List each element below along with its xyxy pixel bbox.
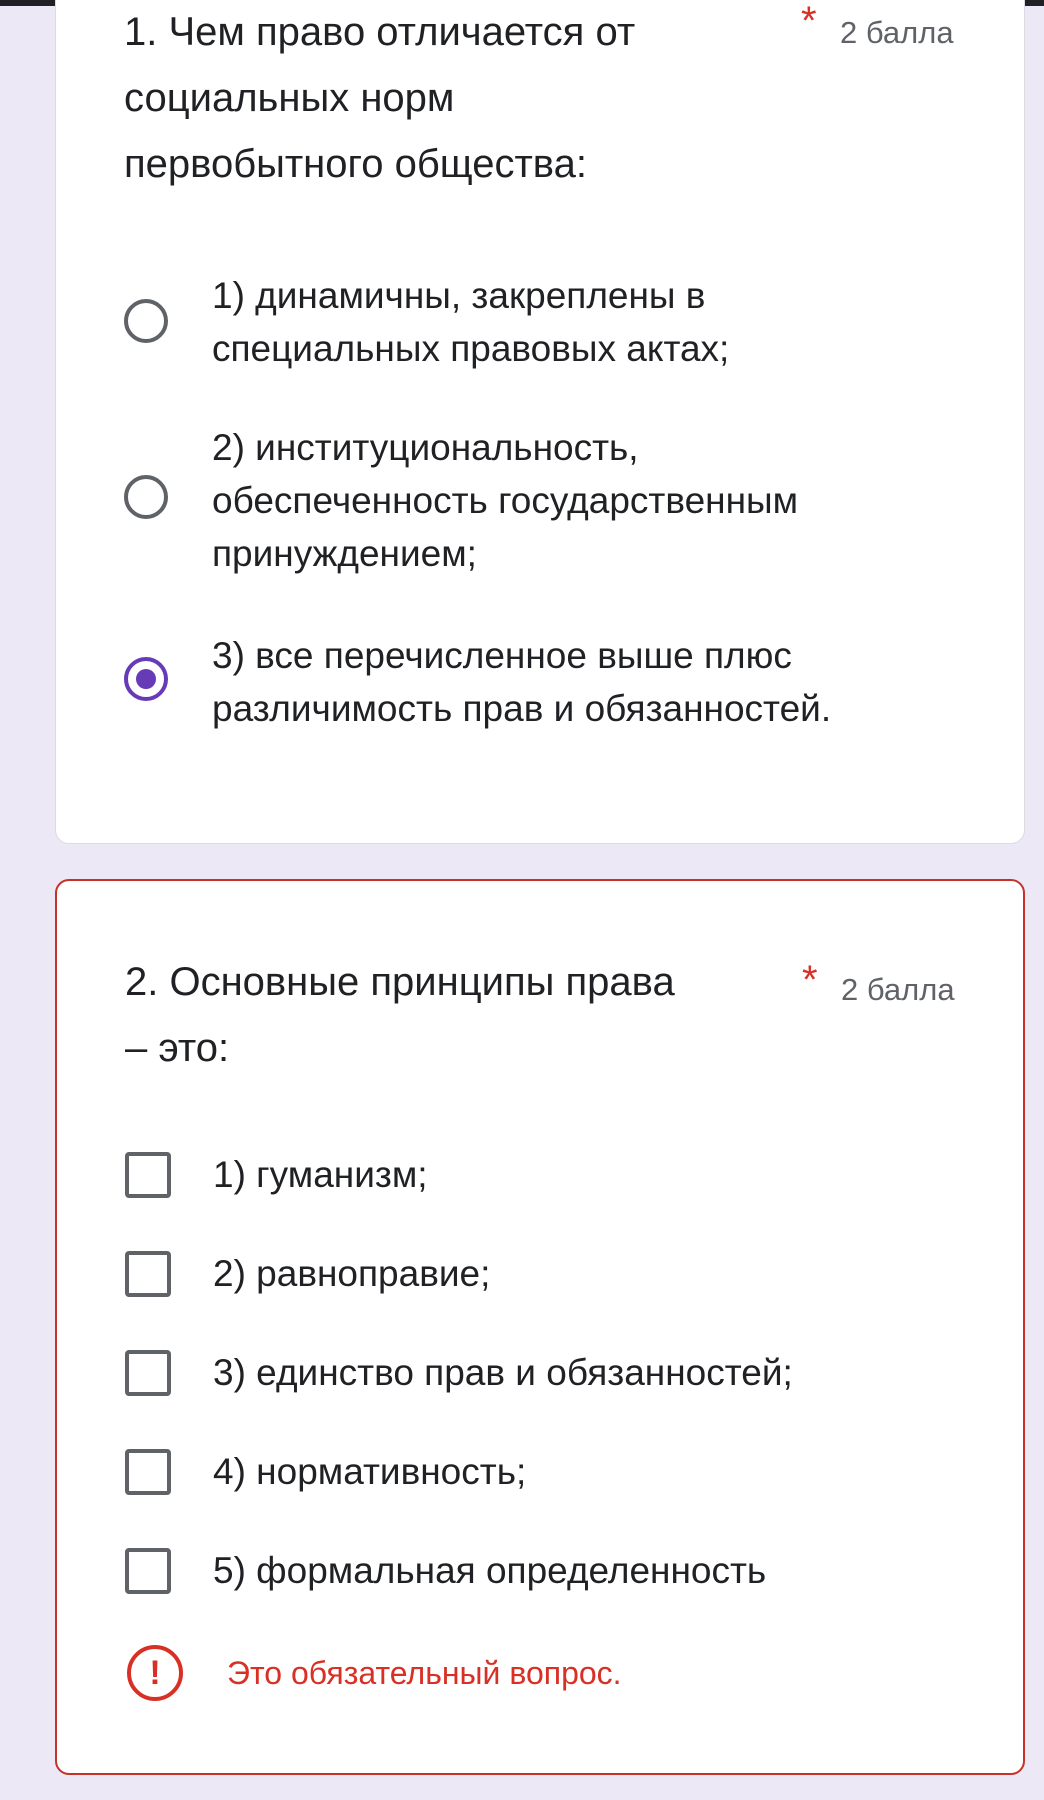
required-error-message: ! Это обязательный вопрос. (127, 1645, 927, 1701)
required-asterisk: * (802, 958, 818, 1002)
question-card-2: 2. Основные принципы права – это: * 2 ба… (55, 879, 1025, 1775)
question-title: 2. Основные принципы права – это: (125, 960, 675, 1070)
radio-option-2[interactable]: 2) институциональность, обеспеченность г… (124, 421, 984, 580)
radio-button[interactable] (124, 299, 168, 343)
question-card-1: 1. Чем право отличается от социальных но… (55, 0, 1025, 844)
checkbox[interactable] (125, 1251, 171, 1297)
checkbox-option-1[interactable]: 1) гуманизм; (125, 1147, 985, 1203)
checkbox-option-5[interactable]: 5) формальная определенность (125, 1543, 985, 1599)
radio-button-selected[interactable] (124, 657, 168, 701)
points-label: 2 балла (840, 15, 954, 50)
radio-button[interactable] (124, 475, 168, 519)
error-exclamation-icon: ! (127, 1645, 183, 1701)
checkbox-option-2[interactable]: 2) равноправие; (125, 1246, 985, 1302)
option-label: 1) динамичны, закреплены в специальных п… (212, 275, 730, 369)
checkbox[interactable] (125, 1449, 171, 1495)
radio-option-1[interactable]: 1) динамичны, закреплены в специальных п… (124, 269, 984, 375)
checkbox-option-4[interactable]: 4) нормативность; (125, 1444, 985, 1500)
question-title: 1. Чем право отличается от социальных но… (124, 10, 636, 186)
option-label: 3) все перечисленное выше плюс различимо… (212, 635, 832, 729)
required-asterisk: * (801, 0, 817, 43)
checkbox-option-3[interactable]: 3) единство прав и обязанностей; (125, 1345, 985, 1401)
option-label: 2) институциональность, обеспеченность г… (212, 427, 799, 574)
checkbox[interactable] (125, 1350, 171, 1396)
option-label: 5) формальная определенность (213, 1550, 767, 1591)
points-label: 2 балла (841, 972, 955, 1007)
checkbox[interactable] (125, 1152, 171, 1198)
option-label: 2) равноправие; (213, 1253, 491, 1294)
radio-option-3[interactable]: 3) все перечисленное выше плюс различимо… (124, 629, 984, 735)
option-label: 3) единство прав и обязанностей; (213, 1352, 793, 1393)
option-label: 4) нормативность; (213, 1451, 527, 1492)
option-label: 1) гуманизм; (213, 1154, 428, 1195)
error-text: Это обязательный вопрос. (227, 1655, 622, 1691)
checkbox[interactable] (125, 1548, 171, 1594)
